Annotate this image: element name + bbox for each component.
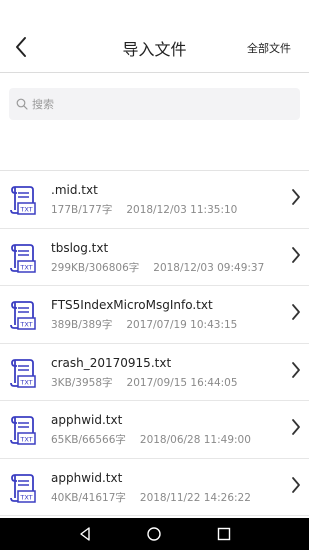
chevron-right-icon xyxy=(292,304,300,320)
file-date: 2017/07/19 10:43:15 xyxy=(126,319,238,331)
txt-file-icon: TXT xyxy=(10,243,36,273)
txt-file-icon: TXT xyxy=(10,473,36,503)
file-meta: 65KB/66566字 2018/06/28 11:49:00 xyxy=(51,432,251,447)
nav-recents-icon[interactable] xyxy=(216,526,232,542)
txt-file-icon: TXT xyxy=(10,416,36,445)
file-date: 2017/09/15 16:44:05 xyxy=(126,376,238,389)
file-meta: 3KB/3958字 2017/09/15 16:44:05 xyxy=(51,375,238,390)
file-size: 389B/389字 xyxy=(51,319,113,331)
file-row[interactable]: TXT FTS5IndexMicroMsgInfo.txt 389B/389字 2… xyxy=(0,286,309,344)
file-row[interactable]: TXT apphwid.txt 40KB/41617字 2018/11/22 14… xyxy=(0,459,309,516)
file-size: 299KB/306806字 xyxy=(51,261,140,274)
file-meta: 299KB/306806字 2018/12/03 09:49:37 xyxy=(51,260,264,275)
file-size: 40KB/41617字 xyxy=(51,491,126,504)
chevron-right-icon xyxy=(292,361,300,378)
file-name: apphwid.txt xyxy=(51,413,123,427)
file-name: tbslog.txt xyxy=(51,240,109,255)
file-date: 2018/06/28 11:49:00 xyxy=(139,434,251,446)
file-meta: 177B/177字 2018/12/03 11:35:10 xyxy=(51,202,237,217)
txt-icon-label: TXT xyxy=(19,493,32,501)
file-row[interactable]: TXT crash_20170915.txt 3KB/3958字 2017/09/… xyxy=(0,344,309,401)
file-row[interactable]: TXT apphwid.txt 65KB/66566字 2018/06/28 11… xyxy=(0,401,309,459)
back-arrow-icon[interactable] xyxy=(10,34,32,60)
file-date: 2018/12/03 09:49:37 xyxy=(153,261,265,274)
txt-icon-label: TXT xyxy=(19,436,32,444)
file-name: .mid.txt xyxy=(51,183,98,197)
search-icon xyxy=(16,98,28,110)
search-bar[interactable] xyxy=(9,88,300,120)
file-row[interactable]: TXT tbslog.txt 299KB/306806字 2018/12/03 0… xyxy=(0,229,309,286)
txt-file-icon: TXT xyxy=(10,358,36,388)
chevron-right-icon xyxy=(292,246,300,263)
file-meta: 389B/389字 2017/07/19 10:43:15 xyxy=(51,317,237,332)
file-size: 177B/177字 xyxy=(51,204,113,216)
file-name: apphwid.txt xyxy=(51,470,123,485)
nav-home-icon[interactable] xyxy=(146,526,162,542)
file-date: 2018/12/03 11:35:10 xyxy=(126,204,238,216)
file-name: crash_20170915.txt xyxy=(51,355,172,370)
chevron-right-icon xyxy=(292,476,300,493)
file-date: 2018/11/22 14:26:22 xyxy=(139,491,251,504)
file-size: 65KB/66566字 xyxy=(51,434,126,446)
txt-file-icon: TXT xyxy=(10,301,36,330)
txt-icon-label: TXT xyxy=(19,378,32,386)
file-size: 3KB/3958字 xyxy=(51,376,113,389)
file-list: TXT .mid.txt 177B/177字 2018/12/03 11:35:1… xyxy=(0,171,309,516)
file-row[interactable]: TXT .mid.txt 177B/177字 2018/12/03 11:35:1… xyxy=(0,171,309,229)
file-meta: 40KB/41617字 2018/11/22 14:26:22 xyxy=(51,490,251,505)
file-name: FTS5IndexMicroMsgInfo.txt xyxy=(51,298,213,312)
chevron-right-icon xyxy=(292,189,300,205)
txt-icon-label: TXT xyxy=(19,206,32,214)
header: 导入文件 全部文件 xyxy=(0,0,309,73)
nav-back-icon[interactable] xyxy=(77,526,93,542)
txt-file-icon: TXT xyxy=(10,186,36,215)
chevron-right-icon xyxy=(292,419,300,435)
system-navbar xyxy=(0,518,309,550)
all-files-button[interactable]: 全部文件 xyxy=(247,40,291,56)
txt-icon-label: TXT xyxy=(19,263,32,271)
txt-icon-label: TXT xyxy=(19,321,32,329)
search-input[interactable] xyxy=(32,97,282,111)
